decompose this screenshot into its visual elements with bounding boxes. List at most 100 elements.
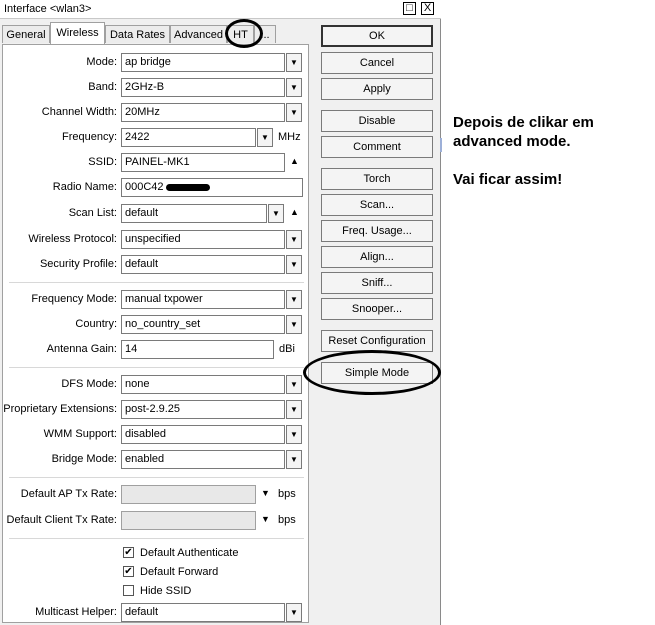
wireless-protocol-label: Wireless Protocol: bbox=[28, 233, 117, 245]
default-authenticate-label: Default Authenticate bbox=[140, 547, 239, 559]
band-dropdown-icon[interactable]: ▼ bbox=[286, 78, 302, 97]
dfs-mode-label: DFS Mode: bbox=[61, 378, 117, 390]
multicast-helper-label: Multicast Helper: bbox=[35, 606, 117, 618]
torch-button[interactable]: Torch bbox=[321, 168, 433, 190]
ssid-input[interactable]: PAINEL-MK1 bbox=[121, 153, 285, 172]
default-client-tx-rate-input[interactable] bbox=[121, 511, 256, 530]
radio-name-label: Radio Name: bbox=[52, 181, 117, 193]
tab-general[interactable]: General bbox=[2, 25, 50, 43]
dfs-mode-dropdown-icon[interactable]: ▼ bbox=[286, 375, 302, 394]
wireless-protocol-select[interactable]: unspecified bbox=[121, 230, 285, 249]
channel-width-dropdown-icon[interactable]: ▼ bbox=[286, 103, 302, 122]
country-select[interactable]: no_country_set bbox=[121, 315, 285, 334]
radio-name-input[interactable]: 000C42 bbox=[121, 178, 303, 197]
frequency-mode-row: Frequency Mode: bbox=[3, 290, 117, 310]
radio-name-value: 000C42 bbox=[125, 181, 164, 193]
align-button[interactable]: Align... bbox=[321, 246, 433, 268]
default-ap-tx-rate-dropdown-icon[interactable]: ▼ bbox=[261, 488, 270, 498]
frequency-label: Frequency: bbox=[61, 131, 117, 143]
disable-button[interactable]: Disable bbox=[321, 110, 433, 132]
divider bbox=[9, 367, 304, 368]
proprietary-extensions-row: Proprietary Extensions: bbox=[3, 400, 117, 420]
apply-button[interactable]: Apply bbox=[321, 78, 433, 100]
scan-list-label: Scan List: bbox=[68, 207, 117, 219]
multicast-helper-select[interactable]: default bbox=[121, 603, 285, 622]
freq-usage-button[interactable]: Freq. Usage... bbox=[321, 220, 433, 242]
wmm-support-dropdown-icon[interactable]: ▼ bbox=[286, 425, 302, 444]
default-forward-checkbox[interactable]: ✔ bbox=[123, 566, 134, 577]
frequency-mode-label: Frequency Mode: bbox=[31, 293, 117, 305]
reset-configuration-button[interactable]: Reset Configuration bbox=[321, 330, 433, 352]
dfs-mode-select[interactable]: none bbox=[121, 375, 285, 394]
comment-button[interactable]: Comment bbox=[321, 136, 433, 158]
wmm-support-select[interactable]: disabled bbox=[121, 425, 285, 444]
country-dropdown-icon[interactable]: ▼ bbox=[286, 315, 302, 334]
antenna-gain-input[interactable]: 14 bbox=[121, 340, 274, 359]
channel-width-row: Channel Width: bbox=[3, 103, 117, 123]
restore-button[interactable]: □ bbox=[403, 2, 416, 15]
default-ap-tx-rate-label: Default AP Tx Rate: bbox=[20, 488, 117, 500]
antenna-gain-label: Antenna Gain: bbox=[46, 343, 117, 355]
default-ap-tx-rate-row: Default AP Tx Rate: bbox=[3, 485, 117, 505]
tab-advanced[interactable]: Advanced bbox=[170, 25, 227, 43]
proprietary-extensions-select[interactable]: post-2.9.25 bbox=[121, 400, 285, 419]
divider bbox=[9, 282, 304, 283]
frequency-select[interactable]: 2422 bbox=[121, 128, 256, 147]
frequency-row: Frequency: bbox=[3, 128, 117, 148]
ssid-collapse-icon[interactable]: ▲ bbox=[290, 156, 299, 166]
wireless-protocol-dropdown-icon[interactable]: ▼ bbox=[286, 230, 302, 249]
default-client-tx-rate-label: Default Client Tx Rate: bbox=[6, 514, 117, 526]
scan-list-collapse-icon[interactable]: ▲ bbox=[290, 207, 299, 217]
frequency-mode-select[interactable]: manual txpower bbox=[121, 290, 285, 309]
proprietary-extensions-dropdown-icon[interactable]: ▼ bbox=[286, 400, 302, 419]
channel-width-label: Channel Width: bbox=[41, 106, 117, 118]
wmm-support-row: WMM Support: bbox=[3, 425, 117, 445]
mode-dropdown-icon[interactable]: ▼ bbox=[286, 53, 302, 72]
cancel-button[interactable]: Cancel bbox=[321, 52, 433, 74]
wireless-protocol-row: Wireless Protocol: bbox=[3, 230, 117, 250]
window-title: Interface <wlan3> bbox=[4, 3, 92, 15]
scan-list-select[interactable]: default bbox=[121, 204, 267, 223]
default-forward-label: Default Forward bbox=[140, 566, 219, 578]
title-bar: Interface <wlan3> □ X bbox=[0, 0, 441, 19]
hide-ssid-checkbox[interactable] bbox=[123, 585, 134, 596]
bridge-mode-dropdown-icon[interactable]: ▼ bbox=[286, 450, 302, 469]
annotation-line-2: advanced mode. bbox=[453, 133, 571, 150]
ok-button[interactable]: OK bbox=[321, 25, 433, 47]
wireless-panel: Mode: ap bridge ▼ Band: 2GHz-B ▼ Channel… bbox=[2, 44, 309, 623]
interface-window: Interface <wlan3> □ X General Wireless D… bbox=[0, 0, 441, 625]
frequency-mode-dropdown-icon[interactable]: ▼ bbox=[286, 290, 302, 309]
tab-data-rates[interactable]: Data Rates bbox=[105, 25, 170, 43]
close-button[interactable]: X bbox=[421, 2, 434, 15]
radio-name-row: Radio Name: bbox=[3, 178, 117, 198]
default-authenticate-checkbox[interactable]: ✔ bbox=[123, 547, 134, 558]
bridge-mode-select[interactable]: enabled bbox=[121, 450, 285, 469]
default-client-tx-rate-dropdown-icon[interactable]: ▼ bbox=[261, 514, 270, 524]
security-profile-dropdown-icon[interactable]: ▼ bbox=[286, 255, 302, 274]
default-ap-tx-rate-unit: bps bbox=[278, 488, 296, 500]
annotation-line-3: Vai ficar assim! bbox=[453, 171, 563, 188]
dfs-mode-row: DFS Mode: bbox=[3, 375, 117, 395]
country-label: Country: bbox=[75, 318, 117, 330]
security-profile-select[interactable]: default bbox=[121, 255, 285, 274]
band-select[interactable]: 2GHz-B bbox=[121, 78, 285, 97]
scan-button[interactable]: Scan... bbox=[321, 194, 433, 216]
scan-list-row: Scan List: bbox=[3, 204, 117, 224]
scan-list-dropdown-icon[interactable]: ▼ bbox=[268, 204, 284, 223]
background-window-edge bbox=[440, 138, 442, 152]
frequency-unit: MHz bbox=[278, 131, 301, 143]
multicast-helper-dropdown-icon[interactable]: ▼ bbox=[286, 603, 302, 622]
redaction-scribble bbox=[165, 183, 210, 191]
hide-ssid-label: Hide SSID bbox=[140, 585, 192, 597]
tab-wireless[interactable]: Wireless bbox=[50, 22, 105, 44]
mode-row: Mode: bbox=[3, 53, 117, 73]
ht-tab-highlight-oval bbox=[225, 19, 263, 48]
sniff-button[interactable]: Sniff... bbox=[321, 272, 433, 294]
default-ap-tx-rate-input[interactable] bbox=[121, 485, 256, 504]
frequency-dropdown-icon[interactable]: ▼ bbox=[257, 128, 273, 147]
bridge-mode-row: Bridge Mode: bbox=[3, 450, 117, 470]
snooper-button[interactable]: Snooper... bbox=[321, 298, 433, 320]
multicast-helper-row: Multicast Helper: bbox=[3, 603, 117, 623]
channel-width-select[interactable]: 20MHz bbox=[121, 103, 285, 122]
mode-select[interactable]: ap bridge bbox=[121, 53, 285, 72]
